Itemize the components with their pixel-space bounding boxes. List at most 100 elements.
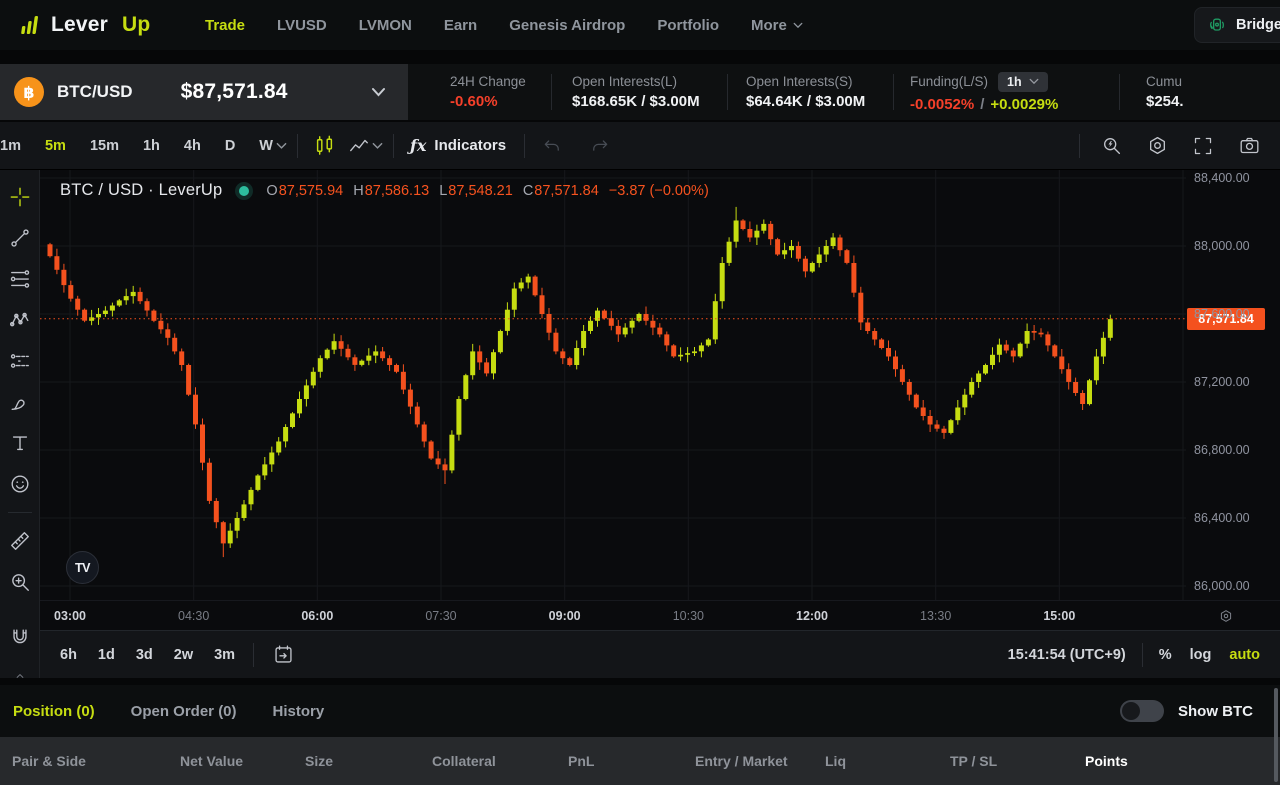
nav-item-label: LVMON	[359, 17, 412, 34]
price-axis-label: 86,400.00	[1194, 511, 1250, 525]
fib-retracement-tool[interactable]	[7, 266, 33, 292]
nav-item-label: LVUSD	[277, 17, 327, 34]
candlestick-chart[interactable]	[40, 170, 1186, 600]
chart-style-chevron-icon[interactable]	[372, 142, 383, 150]
price-axis[interactable]: 87,571.84 88,400.0088,000.0087,600.0087,…	[1186, 170, 1280, 600]
column-header-points[interactable]: Points	[1085, 753, 1280, 769]
column-header-entry-market[interactable]: Entry / Market	[695, 753, 825, 769]
text-tool[interactable]	[7, 430, 33, 456]
ohlc-o: O87,575.94	[266, 183, 343, 199]
fullscreen-icon[interactable]	[1186, 131, 1220, 161]
auto-scale-button[interactable]: auto	[1229, 647, 1260, 663]
scale-buttons: % log auto	[1159, 647, 1280, 663]
brush-tool[interactable]	[7, 389, 33, 415]
stat-value: -0.0052%/+0.0029%	[910, 96, 1119, 113]
range-list: 6h 1d 3d 2w 3m	[54, 644, 241, 666]
go-to-date-icon[interactable]	[266, 640, 300, 670]
range-6h[interactable]: 6h	[54, 644, 83, 666]
chevron-down-icon[interactable]	[371, 87, 386, 97]
toolbar-divider	[1079, 134, 1080, 158]
ticker-stats: 24H Change-0.60%Open Interests(L)$168.65…	[408, 64, 1280, 120]
column-header-net-value[interactable]: Net Value	[180, 753, 305, 769]
timeframe-15m[interactable]: 15m	[83, 134, 126, 158]
trend-line-tool[interactable]	[7, 225, 33, 251]
range-1d[interactable]: 1d	[92, 644, 121, 666]
quick-search-icon[interactable]	[1094, 131, 1128, 161]
stat-open-interests-s: Open Interests(S)$64.64K / $3.00M	[728, 74, 893, 110]
timeframe-4h[interactable]: 4h	[177, 134, 208, 158]
stat-funding-l-s: Funding(L/S) 1h -0.0052%/+0.0029%	[894, 72, 1119, 113]
legend-ohlc: O87,575.94H87,586.13L87,548.21C87,571.84…	[266, 183, 708, 199]
nav-item-portfolio[interactable]: Portfolio	[657, 17, 719, 34]
time-axis[interactable]: 03:0004:3006:0007:3009:0010:3012:0013:30…	[40, 600, 1280, 630]
ruler-tool[interactable]	[7, 528, 33, 554]
column-header-collateral[interactable]: Collateral	[432, 753, 568, 769]
bridge-button[interactable]: Bridge	[1194, 7, 1280, 43]
line-chart-icon[interactable]	[342, 131, 376, 161]
redo-icon[interactable]	[583, 131, 617, 161]
tab-open-order-0[interactable]: Open Order (0)	[131, 703, 237, 720]
tradingview-logo[interactable]: TV	[66, 551, 99, 584]
ohlc-h: H87,586.13	[353, 183, 429, 199]
long-position-tool[interactable]	[7, 348, 33, 374]
settings-icon[interactable]	[1140, 131, 1174, 161]
timeframe-d[interactable]: D	[218, 134, 242, 158]
range-2w[interactable]: 2w	[168, 644, 199, 666]
indicators-button[interactable]: ƒx Indicators	[410, 136, 506, 155]
stat-label: Open Interests(S)	[746, 74, 853, 89]
dropdown-value: 1h	[1007, 75, 1022, 89]
bridge-icon	[1207, 15, 1227, 35]
nav-item-genesis-airdrop[interactable]: Genesis Airdrop	[509, 17, 625, 34]
clock-timezone[interactable]: 15:41:54 (UTC+9)	[1008, 647, 1126, 663]
percent-scale-button[interactable]: %	[1159, 647, 1172, 663]
show-btc-control: Show BTC	[1120, 685, 1253, 737]
crosshair-tool[interactable]	[7, 184, 33, 210]
column-header-liq[interactable]: Liq	[825, 753, 950, 769]
log-scale-button[interactable]: log	[1190, 647, 1212, 663]
stat-value: $168.65K / $3.00M	[572, 93, 727, 110]
zoom-in-tool[interactable]	[7, 569, 33, 595]
magnet-tool[interactable]	[7, 625, 33, 651]
nav-item-trade[interactable]: Trade	[205, 17, 245, 34]
column-header-pnl[interactable]: PnL	[568, 753, 695, 769]
nav-item-label: More	[751, 17, 787, 34]
timeframe-1h[interactable]: 1h	[136, 134, 167, 158]
range-3m[interactable]: 3m	[208, 644, 241, 666]
funding-interval-dropdown[interactable]: 1h	[998, 72, 1048, 92]
brand-logo[interactable]: Lever Up	[0, 13, 185, 37]
nav-item-lvmon[interactable]: LVMON	[359, 17, 412, 34]
undo-icon[interactable]	[535, 131, 569, 161]
tab-history[interactable]: History	[273, 703, 325, 720]
nav-item-more[interactable]: More	[751, 17, 803, 34]
axis-settings-icon[interactable]	[1218, 608, 1234, 624]
pair-selector[interactable]: ฿ BTC/USD $87,571.84	[0, 64, 408, 120]
range-3d[interactable]: 3d	[130, 644, 159, 666]
chart-canvas[interactable]: BTC / USD · LeverUp O87,575.94H87,586.13…	[40, 170, 1186, 600]
stat-label: Funding(L/S)	[910, 74, 988, 89]
nav-item-earn[interactable]: Earn	[444, 17, 477, 34]
column-header-pair-side[interactable]: Pair & Side	[12, 753, 180, 769]
show-btc-toggle[interactable]	[1120, 700, 1164, 722]
brand-word-1: Lever	[51, 13, 108, 37]
timeframe-1m[interactable]: 1m	[0, 134, 28, 158]
tab-position-0[interactable]: Position (0)	[13, 703, 95, 720]
scrollbar[interactable]	[1274, 688, 1278, 782]
nav-item-lvusd[interactable]: LVUSD	[277, 17, 327, 34]
fx-icon: ƒx	[410, 136, 426, 155]
column-header-size[interactable]: Size	[305, 753, 432, 769]
candles-icon[interactable]	[308, 131, 342, 161]
timeframe-list: 1m5m15m1h4hDW	[0, 134, 280, 158]
stat-open-interests-l: Open Interests(L)$168.65K / $3.00M	[552, 74, 727, 110]
timeframe-more-chevron-icon[interactable]	[276, 142, 287, 150]
timeframe-5m[interactable]: 5m	[38, 134, 73, 158]
chart-legend: BTC / USD · LeverUp O87,575.94H87,586.13…	[60, 181, 709, 200]
emoji-tool[interactable]	[7, 471, 33, 497]
screenshot-icon[interactable]	[1232, 131, 1266, 161]
column-header-tp-sl[interactable]: TP / SL	[950, 753, 1085, 769]
stat-24h-change: 24H Change-0.60%	[408, 74, 551, 110]
btc-coin-icon: ฿	[14, 77, 44, 107]
bridge-label: Bridge	[1236, 17, 1280, 33]
chart-toolbar: 1m5m15m1h4hDW ƒx Indicators	[0, 122, 1280, 170]
xabcd-pattern-tool[interactable]	[7, 307, 33, 333]
funding-long: -0.0052%	[910, 96, 974, 113]
